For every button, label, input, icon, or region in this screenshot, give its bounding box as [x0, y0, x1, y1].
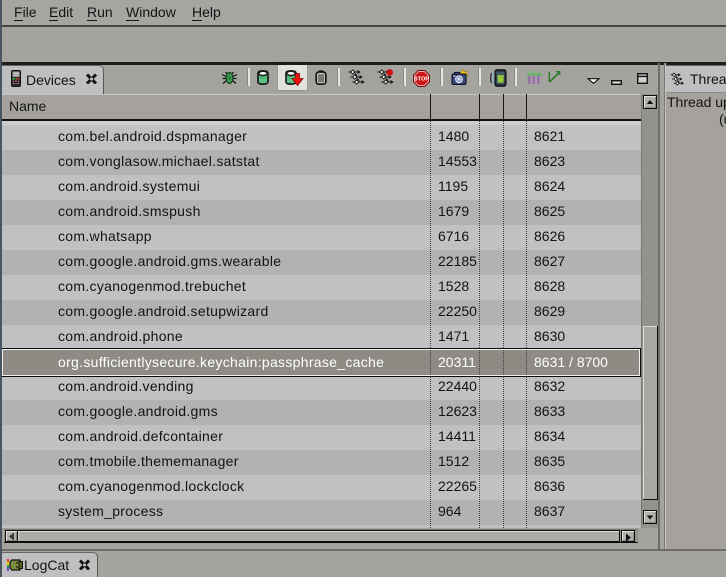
svg-text:STOP: STOP [414, 77, 429, 83]
